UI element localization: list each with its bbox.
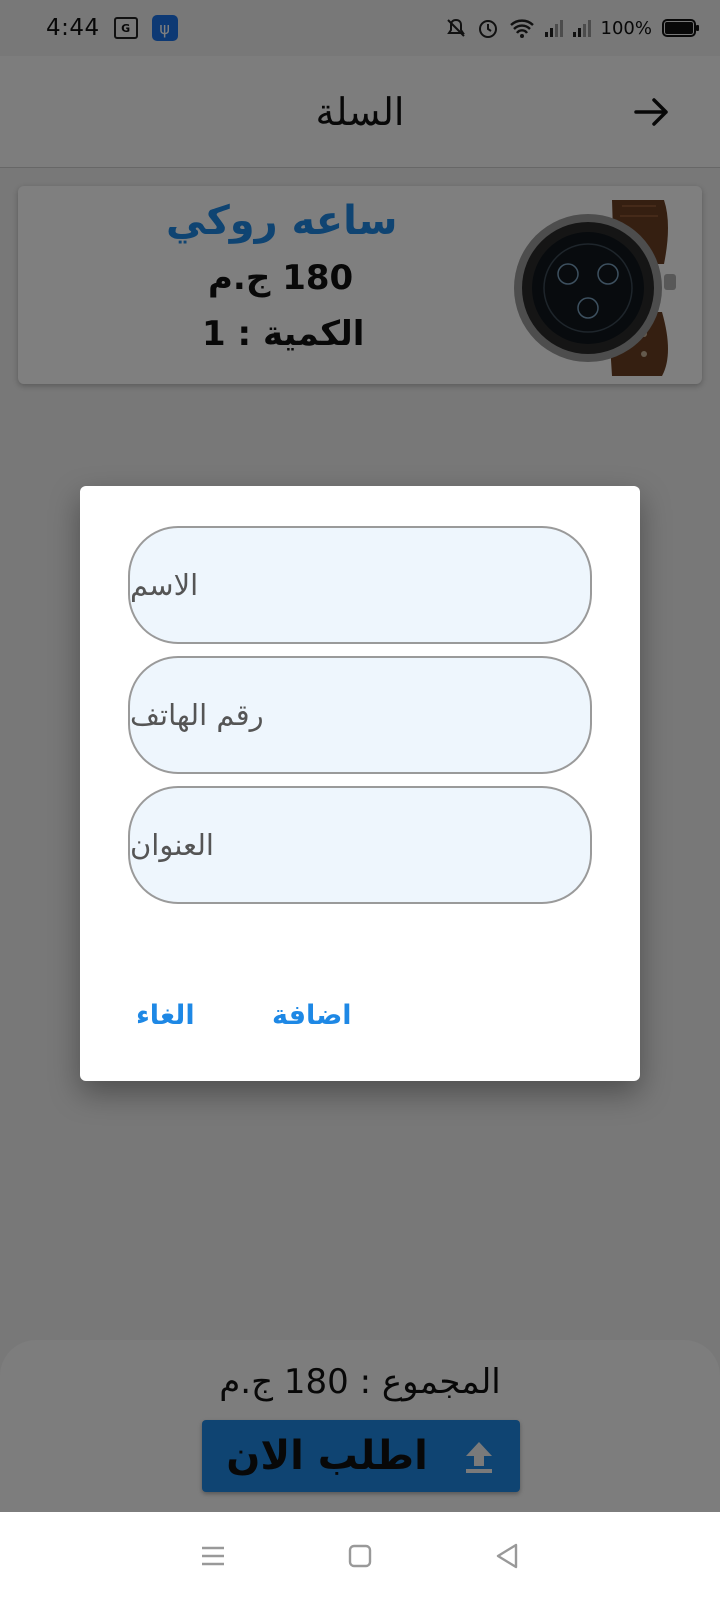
address-field-placeholder: العنوان (130, 828, 214, 862)
home-icon[interactable] (343, 1539, 377, 1573)
address-field[interactable]: العنوان (128, 786, 592, 904)
system-nav-bar (0, 1512, 720, 1600)
name-field-placeholder: الاسم (130, 568, 199, 602)
back-icon[interactable] (490, 1539, 524, 1573)
phone-field-placeholder: رقم الهاتف (130, 698, 264, 732)
name-field[interactable]: الاسم (128, 526, 592, 644)
menu-icon[interactable] (196, 1539, 230, 1573)
add-button[interactable]: اضافة (272, 1000, 352, 1031)
checkout-dialog: الاسم رقم الهاتف العنوان الغاء اضافة (80, 486, 640, 1081)
cancel-button[interactable]: الغاء (136, 1000, 195, 1031)
phone-field[interactable]: رقم الهاتف (128, 656, 592, 774)
